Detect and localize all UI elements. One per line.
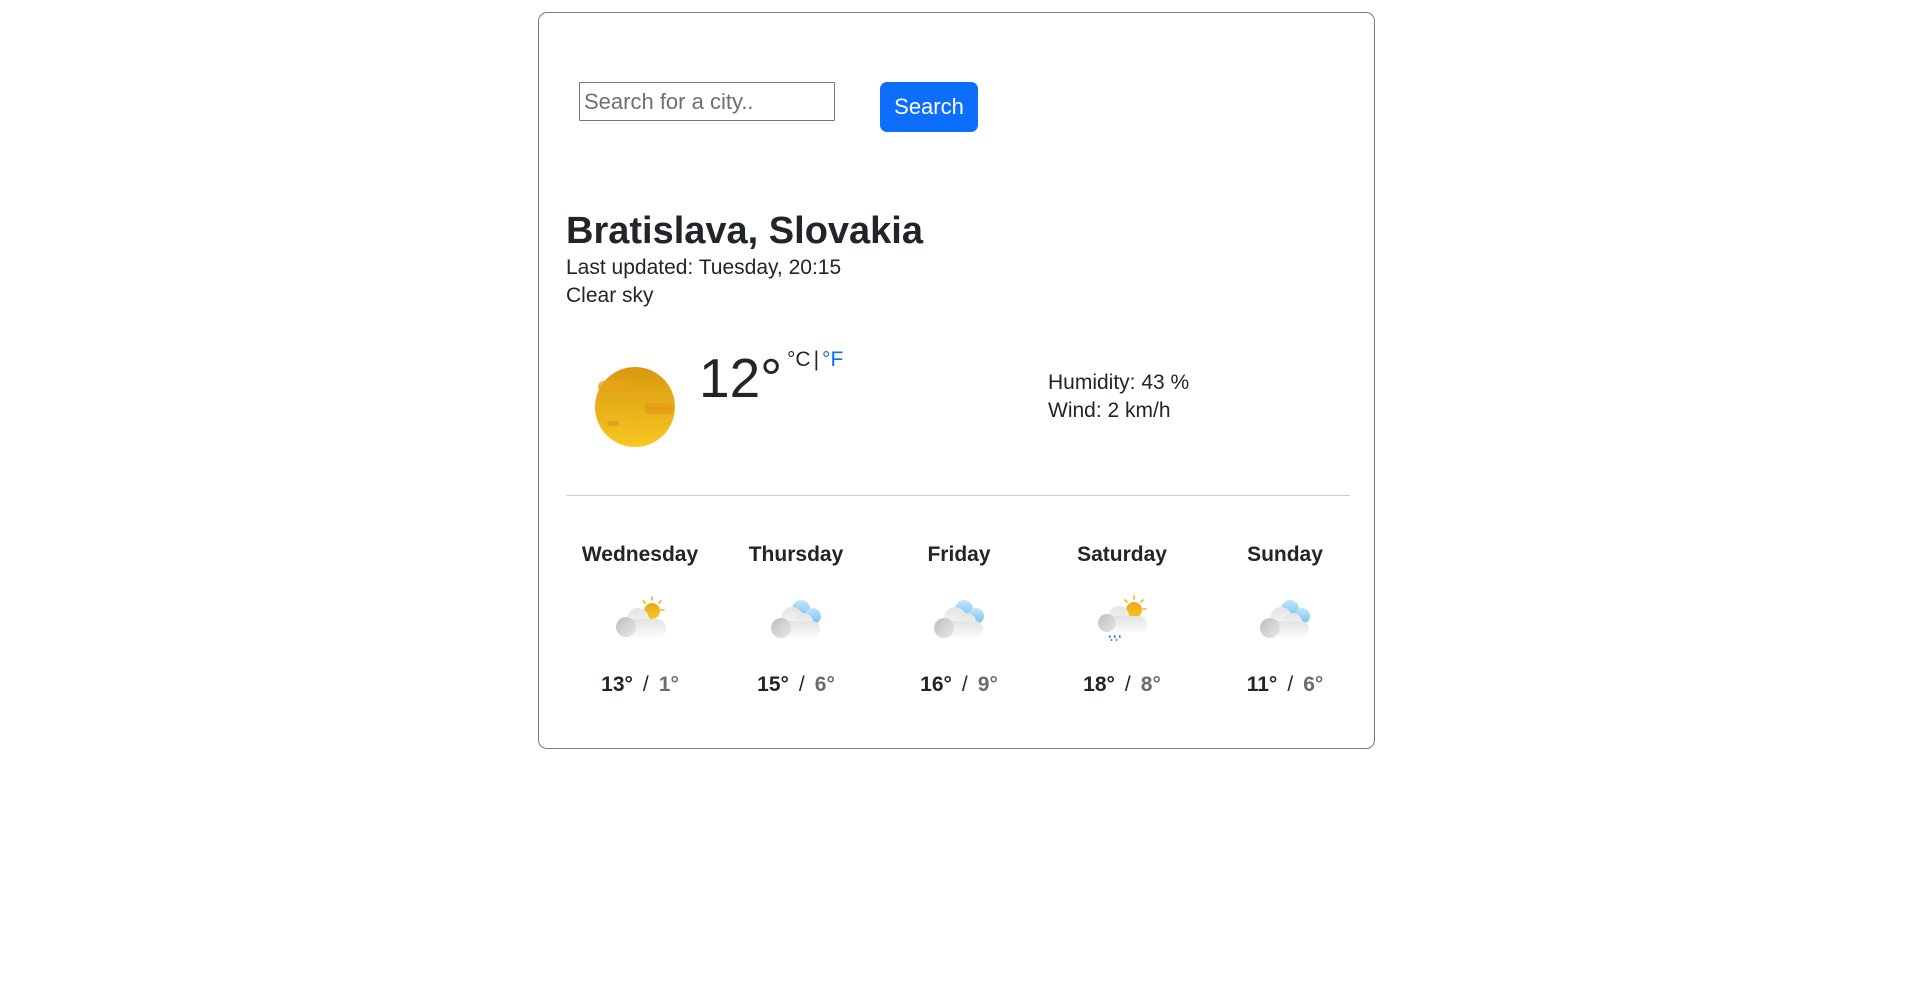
- forecast-day: Wednesday 13° / 1°: [560, 541, 720, 699]
- divider: [566, 495, 1350, 496]
- temp-separator: /: [961, 673, 968, 696]
- forecast-high: 13°: [601, 673, 633, 696]
- forecast-temps: 11° / 6°: [1205, 671, 1365, 699]
- forecast-low: 9°: [977, 673, 998, 696]
- weather-details: Humidity: 43 % Wind: 2 km/h: [1048, 369, 1189, 425]
- forecast-day: Thursday 15° / 6°: [716, 541, 876, 699]
- forecast-low: 6°: [1303, 673, 1324, 696]
- weather-description: Clear sky: [566, 284, 654, 307]
- forecast-low: 6°: [814, 673, 835, 696]
- forecast-temps: 13° / 1°: [560, 671, 720, 699]
- forecast-day-name: Sunday: [1247, 543, 1323, 566]
- forecast-day: Friday 16° / 9°: [879, 541, 1039, 699]
- temp-separator: /: [1124, 673, 1131, 696]
- current-temperature: 12°: [699, 347, 783, 409]
- forecast-high: 16°: [920, 673, 952, 696]
- wind: Wind: 2 km/h: [1048, 399, 1171, 422]
- unit-toggle: °C | °F: [787, 346, 843, 374]
- celsius-link[interactable]: °C: [787, 348, 811, 371]
- search-button[interactable]: Search: [880, 82, 978, 132]
- forecast-temps: 18° / 8°: [1042, 671, 1202, 699]
- temp-separator: /: [798, 673, 805, 696]
- forecast-high: 18°: [1083, 673, 1115, 696]
- partly-cloudy-sun-icon: [616, 596, 666, 637]
- humidity: Humidity: 43 %: [1048, 371, 1190, 394]
- forecast-low: 1°: [658, 673, 679, 696]
- forecast-day-name: Wednesday: [581, 543, 699, 566]
- forecast-high: 15°: [757, 673, 789, 696]
- forecast-low: 8°: [1140, 673, 1161, 696]
- sun-cloud-rain-icon: [1098, 595, 1147, 641]
- cloudy-icon: [1260, 600, 1310, 638]
- city-name: Bratislava, Slovakia: [566, 210, 923, 252]
- city-search-input[interactable]: [579, 82, 835, 121]
- forecast-day-name: Friday: [927, 543, 991, 566]
- forecast-temps: 15° / 6°: [716, 671, 876, 699]
- forecast-day: Sunday 11° / 6°: [1205, 541, 1365, 699]
- weather-card: Search Bratislava, Slovakia Last updated…: [538, 12, 1375, 749]
- last-updated: Last updated: Tuesday, 20:15: [566, 256, 842, 279]
- forecast-day: Saturday 18° / 8°: [1042, 541, 1202, 699]
- cloudy-icon: [934, 600, 984, 638]
- forecast: Wednesday 13° / 1° Thursday 15° / 6° Frida…: [539, 541, 1374, 721]
- temp-separator: /: [642, 673, 649, 696]
- forecast-day-name: Saturday: [1077, 543, 1167, 566]
- unit-separator: |: [813, 348, 820, 371]
- forecast-day-name: Thursday: [748, 543, 844, 566]
- forecast-temps: 16° / 9°: [879, 671, 1039, 699]
- temp-separator: /: [1287, 673, 1294, 696]
- cloudy-icon: [771, 600, 821, 638]
- forecast-high: 11°: [1246, 673, 1278, 696]
- clear-sky-sun-icon: [595, 367, 675, 447]
- fahrenheit-link[interactable]: °F: [822, 348, 843, 371]
